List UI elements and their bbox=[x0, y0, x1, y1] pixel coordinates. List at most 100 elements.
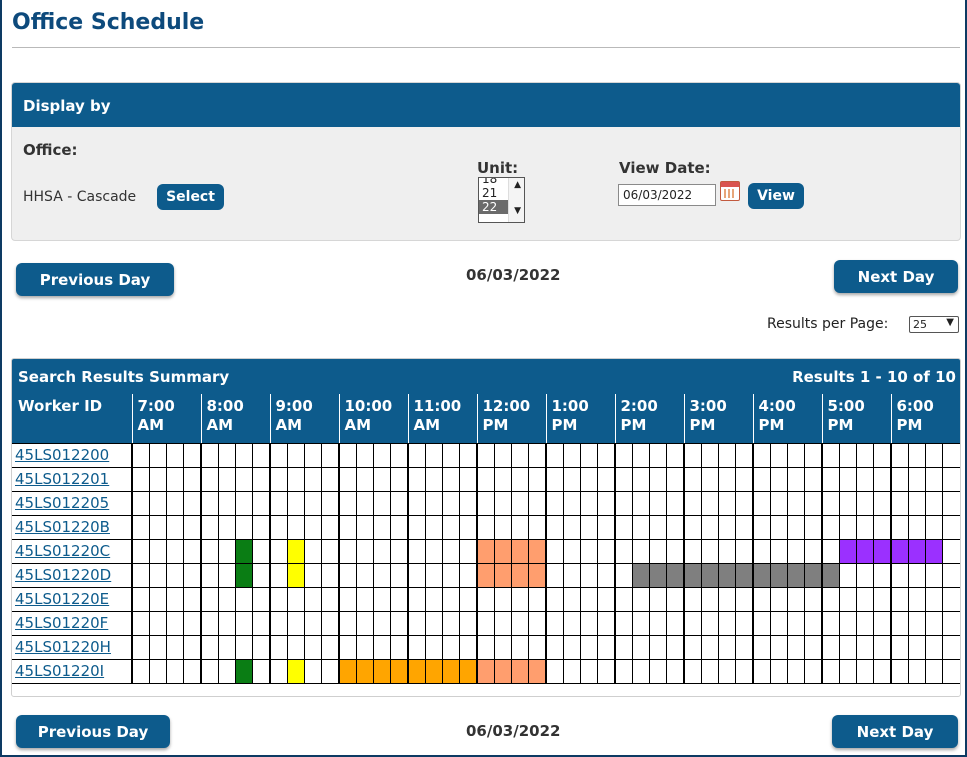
schedule-slot bbox=[942, 658, 960, 684]
schedule-slot bbox=[717, 466, 737, 492]
hour-header: 4:00 PM bbox=[752, 394, 822, 443]
scroll-down-arrow-icon[interactable]: ▼ bbox=[514, 206, 521, 216]
schedule-slot bbox=[820, 442, 840, 468]
schedule-slot bbox=[873, 610, 892, 636]
worker-id-link[interactable]: 45LS01220H bbox=[15, 638, 111, 656]
schedule-slot bbox=[889, 466, 909, 492]
worker-id-link[interactable]: 45LS01220F bbox=[15, 614, 108, 632]
schedule-slot bbox=[303, 658, 323, 684]
schedule-slot-yellow bbox=[286, 562, 306, 588]
unit-option[interactable]: 18 bbox=[479, 178, 509, 186]
schedule-slot bbox=[286, 586, 306, 612]
schedule-slot bbox=[597, 514, 616, 540]
schedule-slot bbox=[199, 658, 219, 684]
results-title: Search Results Summary bbox=[18, 368, 230, 386]
scroll-up-arrow-icon[interactable]: ▲ bbox=[514, 180, 521, 190]
schedule-slot bbox=[597, 562, 616, 588]
schedule-slot bbox=[424, 538, 444, 564]
schedule-slot bbox=[355, 466, 375, 492]
schedule-slot bbox=[631, 658, 651, 684]
results-per-page-select[interactable]: 25 ▼ bbox=[909, 316, 959, 333]
table-row: 45LS01220I bbox=[12, 658, 960, 684]
results-range: Results 1 - 10 of 10 bbox=[792, 368, 956, 386]
schedule-slot bbox=[631, 490, 651, 516]
schedule-slot bbox=[769, 490, 789, 516]
unit-option[interactable]: 21 bbox=[479, 186, 509, 200]
hour-header: 2:00 PM bbox=[614, 394, 684, 443]
unit-listbox[interactable]: 18 21 22 ▲ ▼ bbox=[478, 177, 525, 223]
calendar-icon[interactable] bbox=[720, 181, 740, 201]
schedule-slot bbox=[717, 586, 737, 612]
schedule-slot bbox=[751, 442, 771, 468]
schedule-slot bbox=[355, 514, 375, 540]
schedule-slot-gray bbox=[631, 562, 651, 588]
schedule-slot bbox=[268, 466, 288, 492]
schedule-slot bbox=[544, 610, 564, 636]
worker-id-link[interactable]: 45LS01220D bbox=[15, 566, 111, 584]
schedule-slot bbox=[648, 442, 668, 468]
schedule-slot bbox=[613, 466, 633, 492]
worker-id-link[interactable]: 45LS01220I bbox=[15, 662, 104, 680]
schedule-slot bbox=[183, 634, 202, 660]
schedule-slot bbox=[855, 514, 875, 540]
worker-id-link[interactable]: 45LS012205 bbox=[15, 494, 109, 512]
schedule-slot bbox=[631, 442, 651, 468]
schedule-slot bbox=[424, 562, 444, 588]
hour-period: AM bbox=[206, 416, 234, 434]
worker-id-link[interactable]: 45LS012200 bbox=[15, 446, 109, 464]
schedule-slot bbox=[682, 634, 702, 660]
worker-id-link[interactable]: 45LS01220C bbox=[15, 542, 110, 560]
schedule-slot bbox=[234, 514, 254, 540]
worker-id-link[interactable]: 45LS01220B bbox=[15, 518, 110, 536]
worker-id-cell: 45LS012200 bbox=[12, 442, 133, 468]
results-per-page-value: 25 bbox=[913, 318, 927, 331]
schedule-slot-gray bbox=[735, 562, 754, 588]
schedule-slot bbox=[735, 514, 754, 540]
schedule-slot bbox=[579, 562, 599, 588]
view-date-input[interactable]: 06/03/2022 bbox=[618, 184, 716, 206]
schedule-slot bbox=[648, 466, 668, 492]
schedule-slot bbox=[682, 610, 702, 636]
schedule-slot bbox=[252, 634, 271, 660]
schedule-slot bbox=[735, 466, 754, 492]
schedule-slot bbox=[321, 562, 340, 588]
unit-scrollbar[interactable]: ▲ ▼ bbox=[508, 178, 524, 222]
unit-option-selected[interactable]: 22 bbox=[479, 200, 509, 214]
schedule-slot bbox=[217, 634, 237, 660]
previous-day-button-bottom[interactable]: Previous Day bbox=[16, 715, 170, 748]
view-button[interactable]: View bbox=[748, 183, 804, 209]
schedule-slot bbox=[165, 538, 185, 564]
schedule-slot bbox=[459, 562, 478, 588]
table-row: 45LS01220E bbox=[12, 586, 960, 612]
schedule-slot bbox=[855, 466, 875, 492]
schedule-slot bbox=[786, 610, 806, 636]
schedule-slot bbox=[597, 538, 616, 564]
schedule-slot bbox=[579, 466, 599, 492]
next-day-button-bottom[interactable]: Next Day bbox=[832, 715, 958, 748]
worker-id-link[interactable]: 45LS012201 bbox=[15, 470, 109, 488]
select-office-button[interactable]: Select bbox=[157, 184, 224, 210]
worker-id-cell: 45LS01220I bbox=[12, 658, 133, 684]
schedule-slot bbox=[786, 586, 806, 612]
schedule-slot bbox=[130, 442, 150, 468]
schedule-slot bbox=[666, 514, 685, 540]
schedule-slot bbox=[924, 658, 944, 684]
schedule-slot bbox=[907, 634, 927, 660]
schedule-slot bbox=[372, 538, 392, 564]
schedule-slot-salmon bbox=[475, 562, 495, 588]
schedule-slot bbox=[942, 610, 960, 636]
worker-id-link[interactable]: 45LS01220E bbox=[15, 590, 109, 608]
schedule-slot bbox=[165, 610, 185, 636]
schedule-slot bbox=[769, 634, 789, 660]
next-day-button[interactable]: Next Day bbox=[834, 260, 958, 293]
previous-day-button[interactable]: Previous Day bbox=[16, 263, 174, 296]
schedule-slot-gray bbox=[804, 562, 823, 588]
schedule-slot bbox=[597, 586, 616, 612]
schedule-slot bbox=[234, 586, 254, 612]
schedule-slot bbox=[613, 562, 633, 588]
schedule-slot bbox=[183, 490, 202, 516]
schedule-slot bbox=[751, 490, 771, 516]
schedule-slot bbox=[321, 586, 340, 612]
schedule-slot bbox=[666, 538, 685, 564]
schedule-slot bbox=[148, 658, 168, 684]
